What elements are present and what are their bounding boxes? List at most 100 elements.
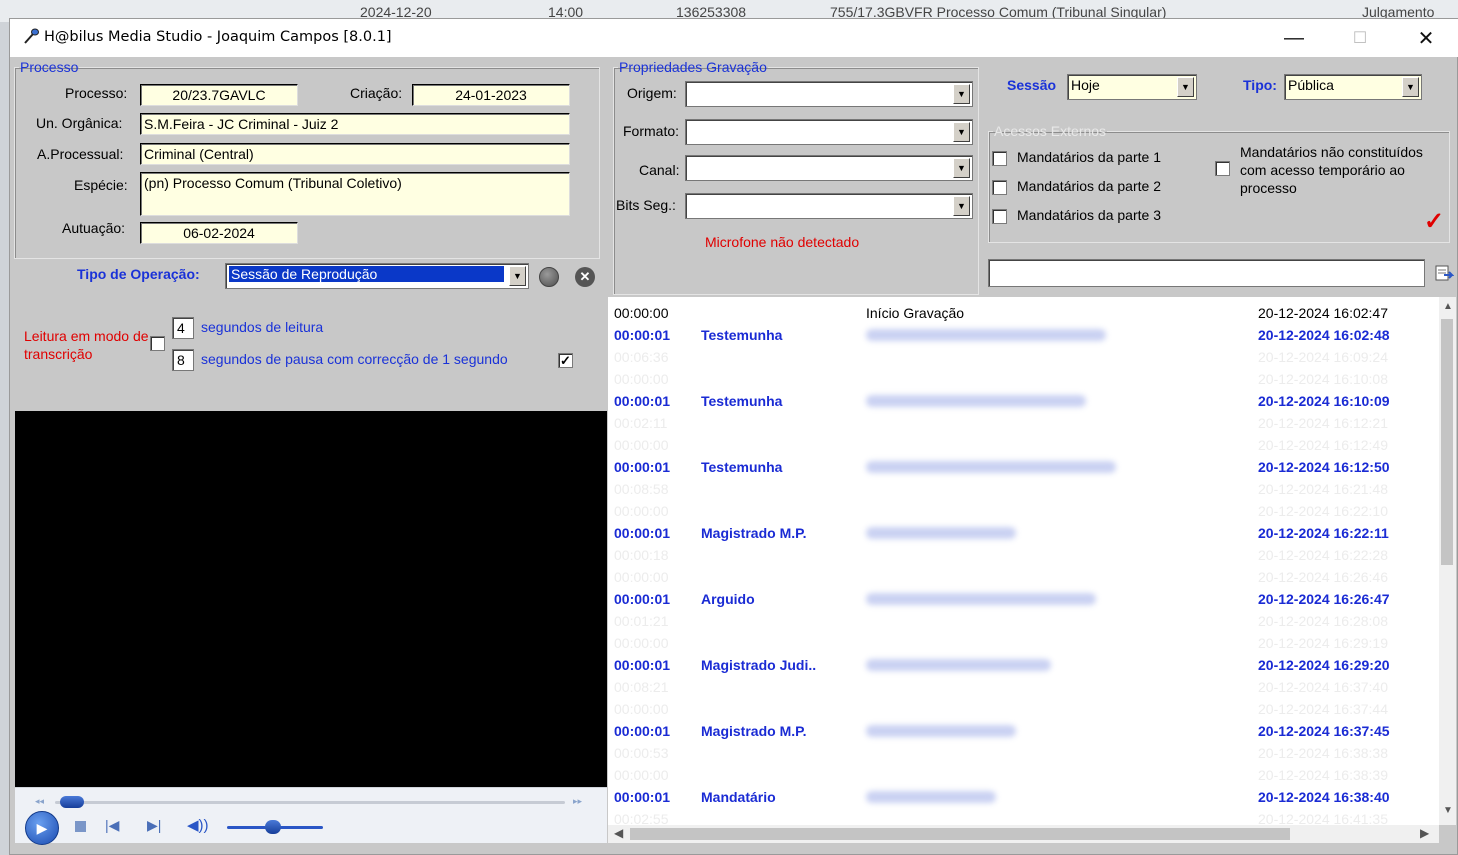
minimize-button[interactable]: — — [1261, 19, 1327, 57]
log-entry-time: 00:00:01 — [614, 459, 671, 475]
log-entry-duration-row[interactable]: 00:08:58 20-12-2024 16:21:48 — [608, 478, 1439, 500]
log-entry-gap-row[interactable]: 00:00:00 20-12-2024 16:38:39 — [608, 764, 1439, 786]
rewind-icon[interactable]: ◂◂ — [35, 796, 44, 807]
nao-constituidos-label: Mandatários não constituídos com acesso … — [1240, 144, 1423, 196]
transcricao-checkbox[interactable] — [150, 336, 165, 351]
log-entry-name-redacted — [866, 723, 1016, 740]
record-button[interactable] — [539, 267, 559, 287]
log-entry-gap-row[interactable]: 00:00:00 20-12-2024 16:10:08 — [608, 368, 1439, 390]
tipo-operacao-dropdown[interactable]: Sessão de Reprodução ▼ — [225, 263, 529, 289]
parte3-checkbox[interactable] — [992, 209, 1007, 224]
log-entry-duration-row[interactable]: 00:00:18 20-12-2024 16:22:28 — [608, 544, 1439, 566]
log-entry-row[interactable]: 00:00:01 Magistrado M.P. 20-12-2024 16:22:… — [608, 522, 1439, 544]
log-entry-duration-row[interactable]: 00:02:11 20-12-2024 16:12:21 — [608, 412, 1439, 434]
stop-button[interactable] — [75, 821, 86, 832]
export-icon[interactable] — [1434, 263, 1454, 283]
nao-constituidos-checkbox[interactable] — [1215, 161, 1230, 176]
log-entry-speaker: Magistrado M.P. — [701, 525, 807, 541]
log-entry-gap-row[interactable]: 00:00:00 20-12-2024 16:26:46 — [608, 566, 1439, 588]
log-entry-row[interactable]: 00:00:01 Testemunha 20-12-2024 16:10:09 — [608, 390, 1439, 412]
autuacao-field[interactable]: 06-02-2024 — [140, 222, 298, 244]
sessao-dropdown[interactable]: Hoje ▼ — [1067, 74, 1197, 100]
chevron-down-icon[interactable]: ▼ — [953, 196, 970, 216]
chevron-down-icon[interactable]: ▼ — [509, 266, 526, 286]
previous-track-icon[interactable]: |◀ — [105, 817, 119, 834]
scroll-right-icon[interactable]: ▶ — [1420, 826, 1429, 840]
bits-seg-dropdown[interactable]: ▼ — [685, 193, 973, 219]
seek-handle[interactable] — [60, 796, 84, 808]
log-entry-name-redacted — [866, 591, 1096, 608]
log-entry-gap-time: 00:00:00 — [614, 437, 669, 453]
a-processual-field[interactable]: Criminal (Central) — [140, 143, 570, 165]
autuacao-label: Autuação: — [62, 220, 126, 236]
log-entry-row[interactable]: 00:00:01 Testemunha 20-12-2024 16:12:50 — [608, 456, 1439, 478]
log-header-row[interactable]: 00:00:00 Início Gravação 20-12-2024 16:0… — [608, 302, 1439, 324]
volume-handle[interactable] — [265, 820, 281, 834]
redacted-name — [866, 593, 1096, 605]
log-entry-duration-row[interactable]: 00:00:53 20-12-2024 16:38:38 — [608, 742, 1439, 764]
criacao-field[interactable]: 24-01-2023 — [412, 84, 570, 106]
parte1-checkbox[interactable] — [992, 151, 1007, 166]
log-entry-time: 00:00:01 — [614, 789, 671, 805]
log-entry-gap-row[interactable]: 00:00:00 20-12-2024 16:12:49 — [608, 434, 1439, 456]
log-horizontal-scroll-thumb[interactable] — [630, 828, 1290, 840]
red-check-icon: ✓ — [1424, 208, 1445, 235]
log-entry-row[interactable]: 00:00:01 Mandatário 20-12-2024 16:38:40 — [608, 786, 1439, 808]
log-entry-name-redacted — [866, 789, 996, 806]
chevron-down-icon[interactable]: ▼ — [953, 158, 970, 178]
log-entry-row[interactable]: 00:00:01 Magistrado Judi.. 20-12-2024 16:2… — [608, 654, 1439, 676]
parte3-label: Mandatários da parte 3 — [1017, 207, 1161, 223]
next-track-icon[interactable]: ▶| — [147, 817, 161, 834]
parte2-checkbox[interactable] — [992, 180, 1007, 195]
pausa-label: segundos de pausa com correcção de 1 seg… — [201, 351, 508, 367]
log-entry-gap-date: 20-12-2024 16:10:08 — [1258, 371, 1388, 387]
cancel-icon[interactable]: ✕ — [575, 267, 595, 287]
log-vertical-scrollbar[interactable]: ▲ ▼ — [1439, 297, 1456, 825]
log-vertical-scroll-thumb[interactable] — [1441, 319, 1453, 565]
chevron-down-icon[interactable]: ▼ — [953, 122, 970, 142]
log-entry-gap-row[interactable]: 00:00:00 20-12-2024 16:37:44 — [608, 698, 1439, 720]
scroll-down-icon[interactable]: ▼ — [1443, 805, 1453, 816]
processo-field[interactable]: 20/23.7GAVLC — [140, 84, 298, 106]
session-log-list[interactable]: 00:00:00 Início Gravação 20-12-2024 16:0… — [608, 297, 1439, 825]
seek-track[interactable] — [55, 801, 565, 804]
log-entry-name-redacted — [866, 657, 1051, 674]
chevron-down-icon[interactable]: ▼ — [953, 84, 970, 104]
processo-label: Processo: — [65, 85, 128, 101]
log-entry-duration-row[interactable]: 00:01:21 20-12-2024 16:28:08 — [608, 610, 1439, 632]
log-entry-row[interactable]: 00:00:01 Arguido 20-12-2024 16:26:47 — [608, 588, 1439, 610]
un-organica-field[interactable]: S.M.Feira - JC Criminal - Juiz 2 — [140, 113, 570, 135]
origem-dropdown[interactable]: ▼ — [685, 81, 973, 107]
scroll-up-icon[interactable]: ▲ — [1443, 301, 1453, 312]
log-entry-gap-row[interactable]: 00:00:00 20-12-2024 16:29:19 — [608, 632, 1439, 654]
search-input[interactable] — [988, 259, 1425, 287]
log-entry-gap-date: 20-12-2024 16:12:49 — [1258, 437, 1388, 453]
log-entry-gap-row[interactable]: 00:00:00 20-12-2024 16:22:10 — [608, 500, 1439, 522]
leitura-seconds-input[interactable]: 4 — [172, 317, 194, 339]
tipo-dropdown[interactable]: Pública ▼ — [1284, 74, 1422, 100]
log-entry-duration-row[interactable]: 00:02:55 20-12-2024 16:41:35 — [608, 808, 1439, 825]
tipo-value: Pública — [1288, 77, 1334, 93]
log-entry-duration-row[interactable]: 00:06:36 20-12-2024 16:09:24 — [608, 346, 1439, 368]
log-entry-gap-time: 00:00:00 — [614, 503, 669, 519]
fast-forward-icon[interactable]: ▸▸ — [573, 796, 582, 807]
gravacao-legend: Propriedades Gravação — [619, 59, 767, 75]
pausa-seconds-input[interactable]: 8 — [172, 349, 194, 371]
correccao-checkbox[interactable]: ✓ — [558, 353, 573, 368]
chevron-down-icon[interactable]: ▼ — [1402, 77, 1419, 97]
log-entry-duration-row[interactable]: 00:08:21 20-12-2024 16:37:40 — [608, 676, 1439, 698]
chevron-down-icon[interactable]: ▼ — [1177, 77, 1194, 97]
especie-field[interactable]: (pn) Processo Comum (Tribunal Coletivo) — [140, 172, 570, 216]
log-horizontal-scrollbar[interactable]: ◀ ▶ — [608, 825, 1439, 843]
log-entry-row[interactable]: 00:00:01 Testemunha 20-12-2024 16:02:48 — [608, 324, 1439, 346]
scroll-left-icon[interactable]: ◀ — [614, 826, 623, 840]
log-entry-end-date: 20-12-2024 16:38:38 — [1258, 745, 1388, 761]
close-button[interactable]: ✕ — [1393, 19, 1458, 57]
maximize-button[interactable]: ☐ — [1327, 19, 1393, 57]
log-entry-gap-time: 00:00:00 — [614, 635, 669, 651]
volume-icon[interactable]: ◀)) — [187, 816, 209, 834]
formato-dropdown[interactable]: ▼ — [685, 119, 973, 145]
log-entry-row[interactable]: 00:00:01 Magistrado M.P. 20-12-2024 16:37:… — [608, 720, 1439, 742]
play-button[interactable]: ▶ — [25, 811, 59, 845]
canal-dropdown[interactable]: ▼ — [685, 155, 973, 181]
